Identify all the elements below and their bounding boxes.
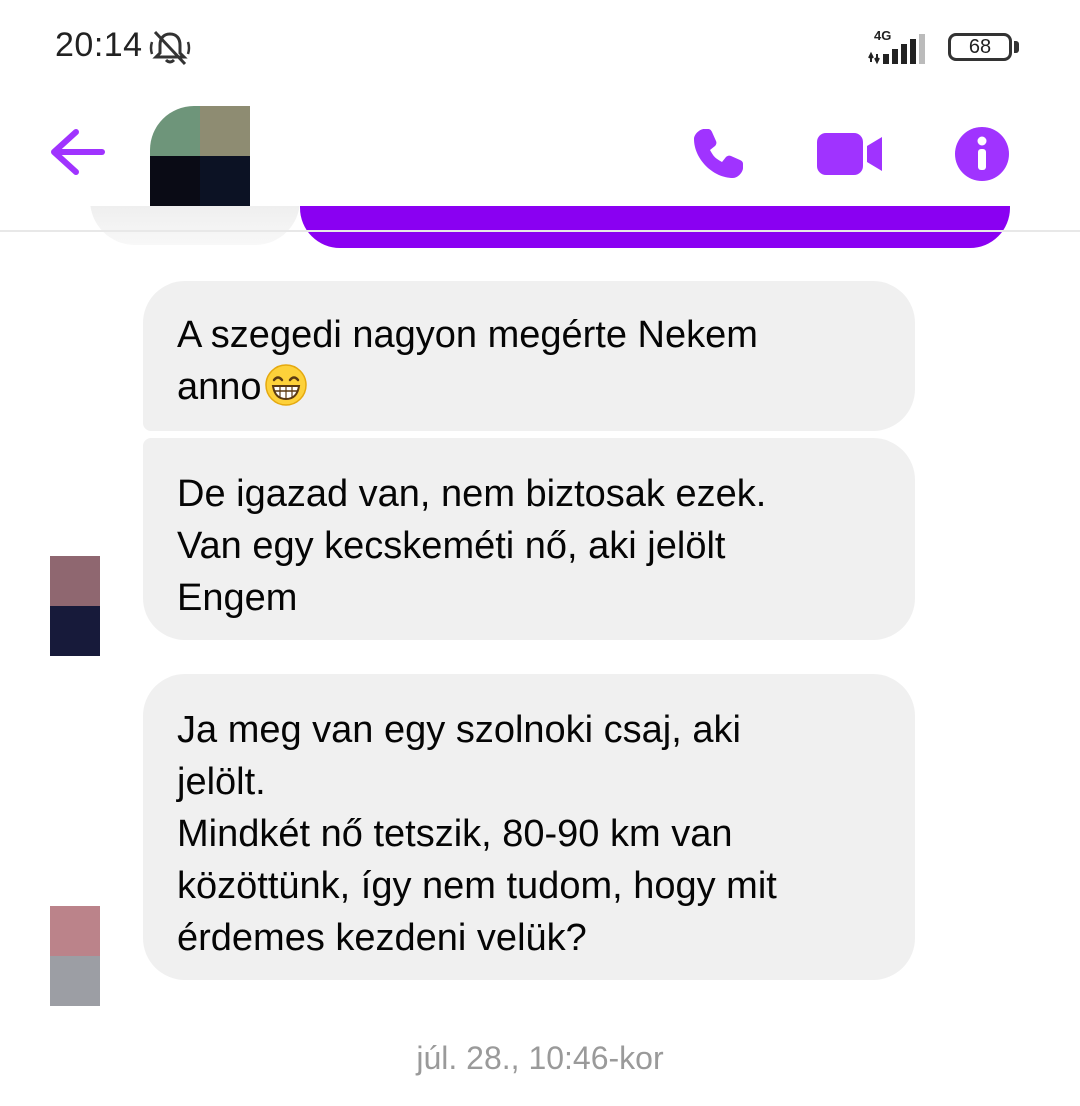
status-bar: 20:14 4G 68: [0, 0, 1080, 96]
contact-avatar[interactable]: [150, 106, 250, 206]
grinning-face-emoji-icon: [264, 364, 307, 406]
message-bubble[interactable]: De igazad van, nem biztosak ezek. Van eg…: [143, 438, 915, 640]
header-divider: [0, 230, 1080, 232]
phone-icon[interactable]: [690, 126, 746, 182]
sender-avatar[interactable]: [50, 556, 100, 656]
back-arrow-icon[interactable]: [48, 126, 106, 178]
battery-tip: [1014, 41, 1019, 53]
message-text: Ja meg van egy szolnoki csaj, aki jelölt…: [177, 709, 777, 959]
message-text: De igazad van, nem biztosak ezek. Van eg…: [177, 473, 767, 619]
battery-indicator: 68: [948, 33, 1012, 61]
message-timestamp: júl. 28., 10:46-kor: [416, 1040, 664, 1076]
info-icon[interactable]: [954, 126, 1010, 182]
battery-level: 68: [968, 36, 992, 58]
bell-off-icon: [149, 30, 191, 66]
signal-strength-icon: [868, 34, 925, 65]
previous-incoming-bubble-fragment: [90, 200, 300, 245]
message-bubble[interactable]: A szegedi nagyon megérte Nekem anno: [143, 281, 915, 431]
message-bubble[interactable]: Ja meg van egy szolnoki csaj, aki jelölt…: [143, 674, 915, 980]
sender-avatar[interactable]: [50, 906, 100, 1006]
status-clock: 20:14: [55, 26, 143, 64]
video-camera-icon[interactable]: [816, 132, 884, 176]
chat-header: [0, 96, 1080, 206]
